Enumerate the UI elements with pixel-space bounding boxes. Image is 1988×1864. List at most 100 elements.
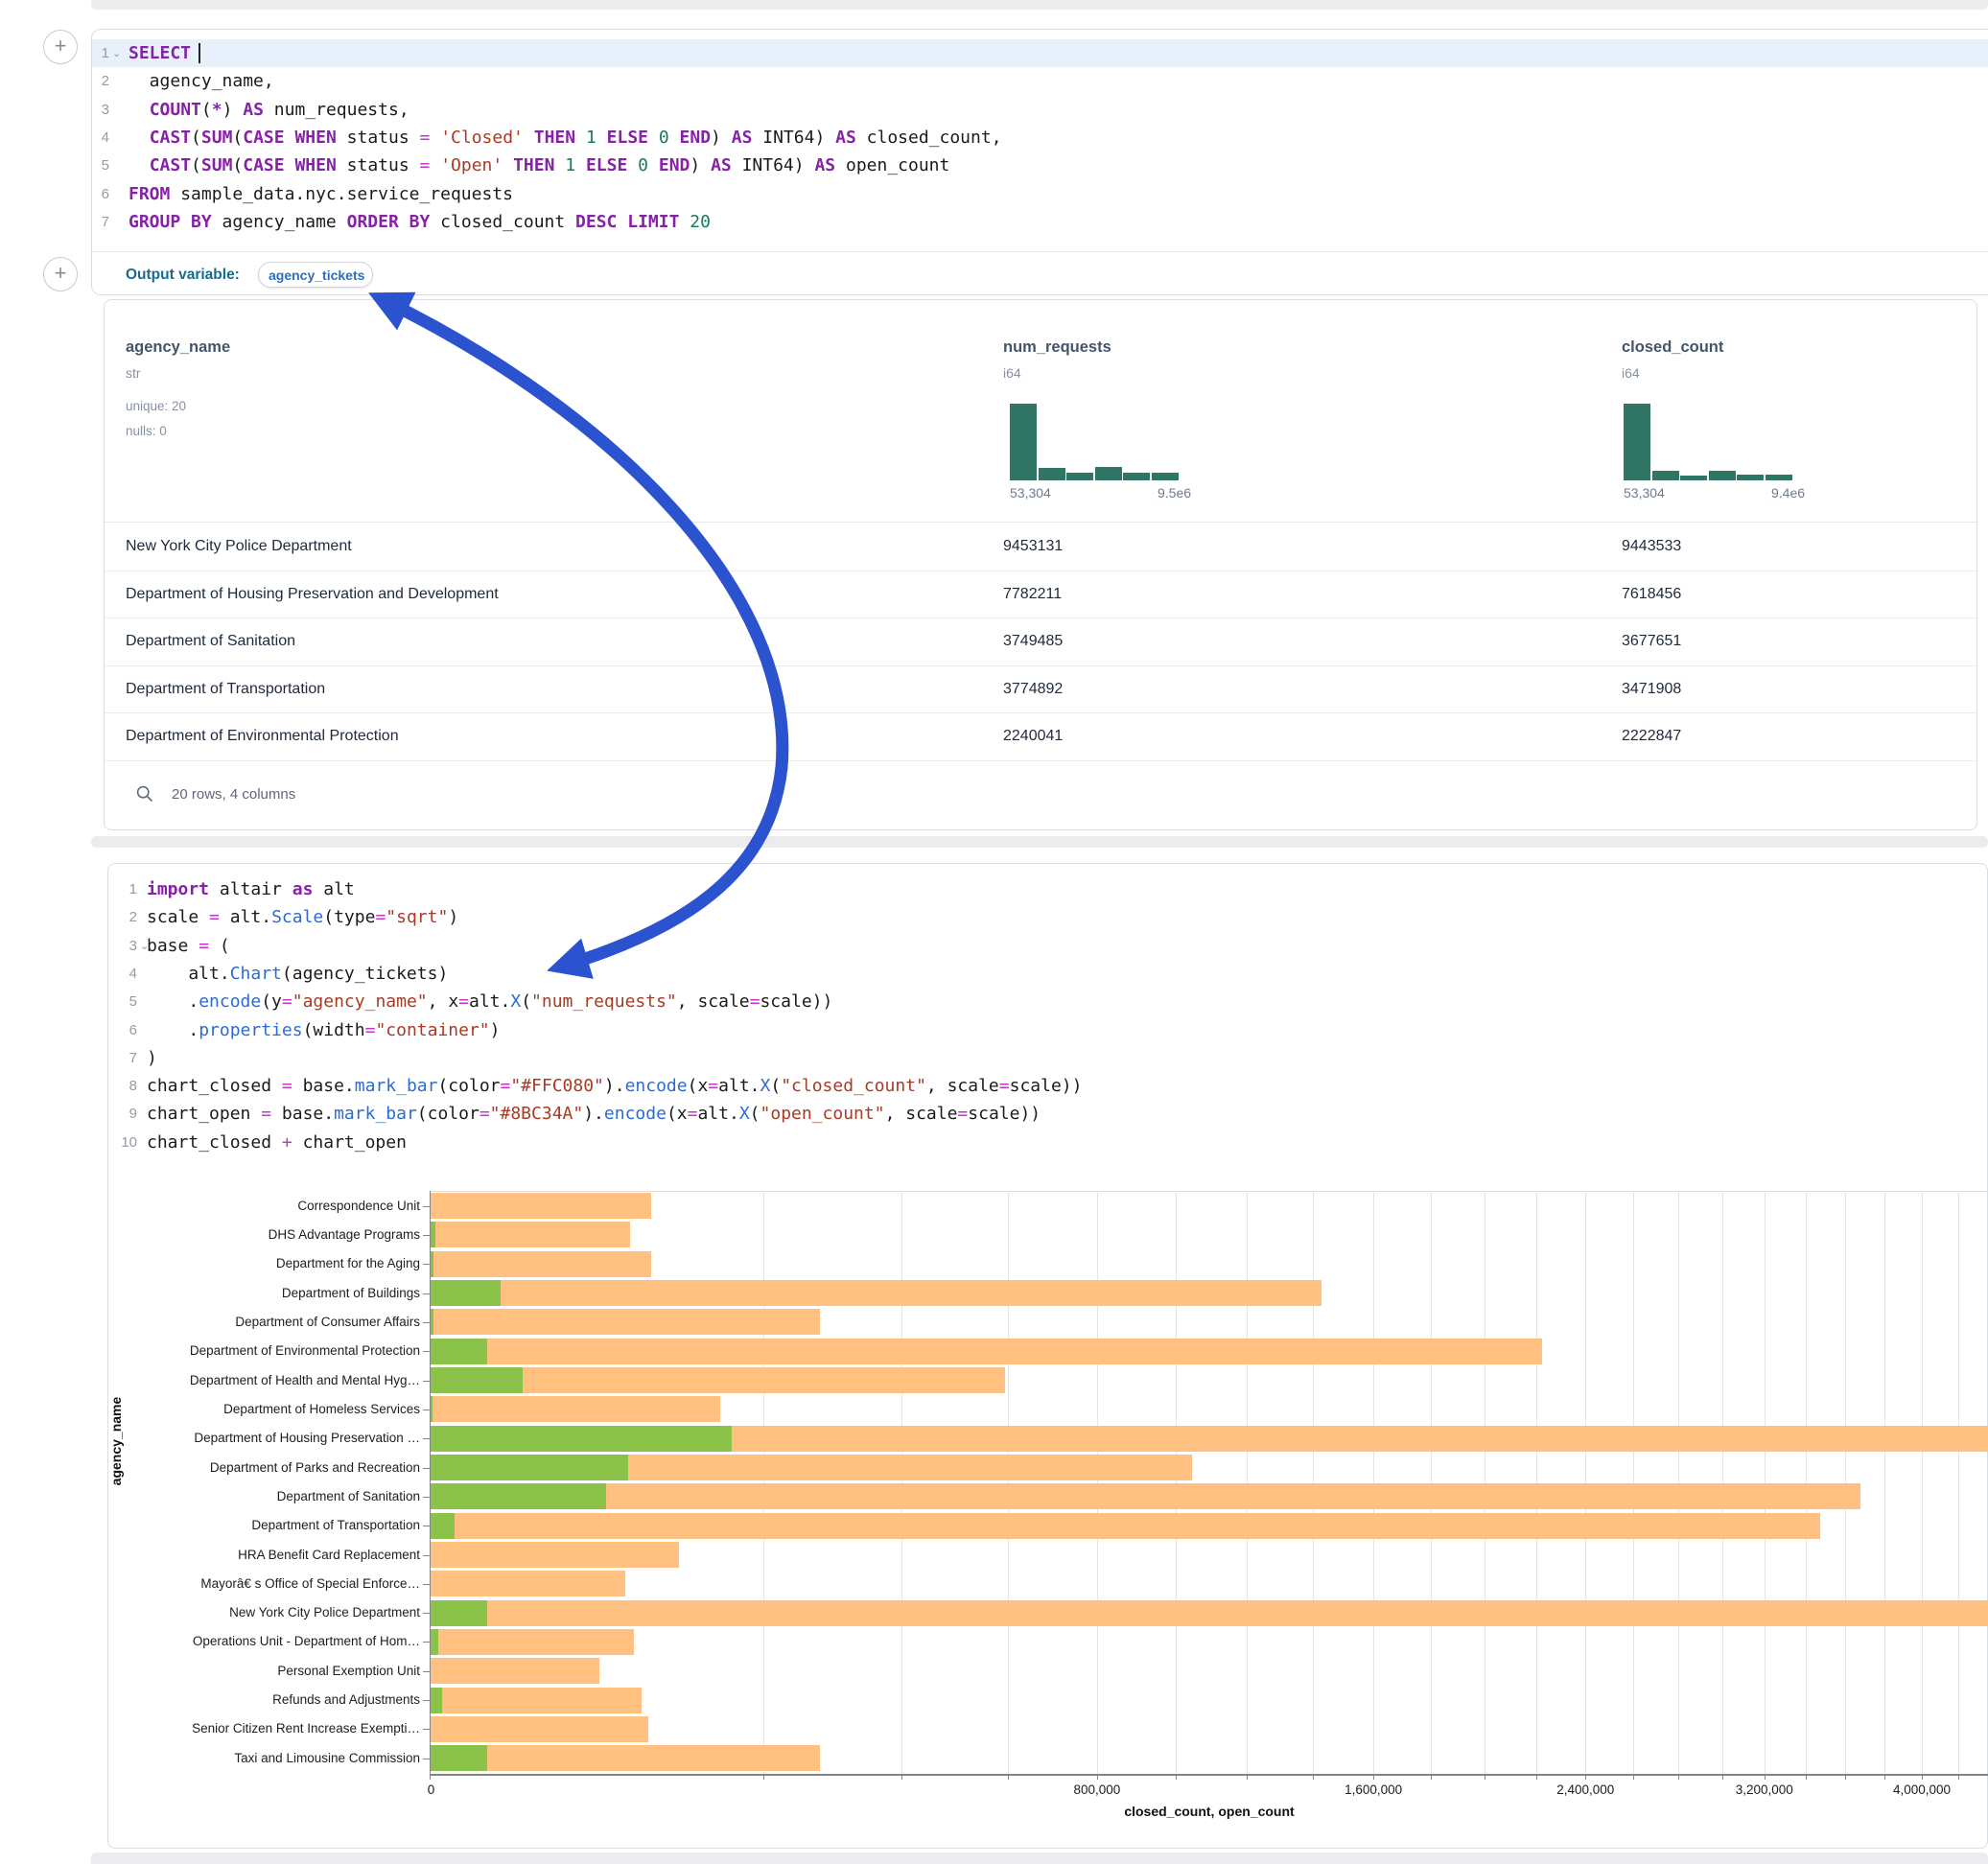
code-line[interactable]: 1import altair as alt xyxy=(108,875,1987,903)
column-type-closed-count: i64 xyxy=(1622,365,1640,381)
code-token xyxy=(430,155,440,175)
code-token: CASE xyxy=(243,155,284,175)
code-text: CAST(SUM(CASE WHEN status = 'Closed' THE… xyxy=(129,124,1002,151)
code-token: ( xyxy=(232,128,243,148)
code-token: (type xyxy=(323,907,375,927)
code-token xyxy=(596,128,607,148)
code-token: ) xyxy=(690,155,711,175)
plot-top-border xyxy=(430,1191,1988,1192)
cell-divider xyxy=(92,251,1988,252)
code-text: CAST(SUM(CASE WHEN status = 'Open' THEN … xyxy=(129,151,949,179)
code-token: "open_count" xyxy=(760,1104,885,1124)
code-token: ELSE xyxy=(607,128,648,148)
code-token: . xyxy=(147,991,199,1012)
y-tick xyxy=(423,1700,430,1701)
code-text: base = ( xyxy=(147,932,230,960)
y-axis-label: Department for the Aging xyxy=(108,1256,420,1270)
code-token: 'Closed' xyxy=(440,128,524,148)
column-header-num-requests[interactable]: num_requests xyxy=(1003,338,1111,357)
code-token: = xyxy=(375,907,386,927)
add-cell-button-output[interactable]: + xyxy=(43,257,78,291)
code-line[interactable]: 6 .properties(width="container") xyxy=(108,1016,1987,1044)
code-token: base xyxy=(147,936,199,956)
code-token: ELSE xyxy=(586,155,627,175)
hist-bar xyxy=(1010,404,1037,480)
code-token: alt. xyxy=(469,991,510,1012)
code-line[interactable]: 5 CAST(SUM(CASE WHEN status = 'Open' THE… xyxy=(92,151,1988,179)
code-token: 0 xyxy=(659,128,669,148)
add-cell-button-top[interactable]: + xyxy=(43,30,78,64)
gridline xyxy=(1313,1191,1314,1774)
gridline xyxy=(1536,1191,1537,1774)
python-code-editor[interactable]: 1import altair as alt2scale = alt.Scale(… xyxy=(108,864,1987,1161)
table-row[interactable]: New York City Police Department945313194… xyxy=(105,523,1976,571)
table-row[interactable]: Department of Sanitation37494853677651 xyxy=(105,617,1976,666)
code-token: "closed_count" xyxy=(781,1076,926,1096)
row-column-count: 20 rows, 4 columns xyxy=(172,786,295,803)
code-line[interactable]: 9chart_open = base.mark_bar(color="#8BC3… xyxy=(108,1100,1987,1128)
code-line[interactable]: 3⌄base = ( xyxy=(108,932,1987,960)
bar-closed xyxy=(430,1280,1321,1306)
table-row[interactable]: Department of Transportation377489234719… xyxy=(105,665,1976,714)
line-number: 10 xyxy=(108,1129,137,1156)
code-line[interactable]: 7) xyxy=(108,1044,1987,1072)
column-header-closed-count[interactable]: closed_count xyxy=(1622,338,1723,357)
code-token: ( xyxy=(191,128,201,148)
bar-open xyxy=(430,1280,501,1306)
y-axis-label: HRA Benefit Card Replacement xyxy=(108,1548,420,1562)
code-line[interactable]: 1⌄SELECT xyxy=(92,39,1988,67)
hist-bar xyxy=(1123,473,1150,480)
code-line[interactable]: 2scale = alt.Scale(type="sqrt") xyxy=(108,903,1987,931)
bar-closed xyxy=(430,1571,625,1596)
code-token: CASE xyxy=(243,128,284,148)
output-variable-pill[interactable]: agency_tickets xyxy=(258,262,373,288)
code-token: mark_bar xyxy=(355,1076,438,1096)
gridline xyxy=(1678,1191,1679,1774)
code-token: sample_data.nyc.service_requests xyxy=(170,184,513,204)
code-line[interactable]: 8chart_closed = base.mark_bar(color="#FF… xyxy=(108,1072,1987,1100)
column-header-agency-name[interactable]: agency_name xyxy=(126,338,230,357)
code-token: AS xyxy=(711,155,732,175)
cell-agency-name: Department of Environmental Protection xyxy=(126,712,399,760)
code-token xyxy=(617,212,627,232)
code-line[interactable]: 4 CAST(SUM(CASE WHEN status = 'Closed' T… xyxy=(92,124,1988,151)
bar-open xyxy=(430,1688,442,1713)
collapsed-cell-strip-bottom xyxy=(91,1852,1988,1864)
code-token: INT64) xyxy=(752,128,835,148)
code-text: SELECT xyxy=(129,39,201,67)
sql-cell: 1⌄SELECT 2 agency_name,3 COUNT(*) AS num… xyxy=(91,29,1988,295)
search-icon[interactable] xyxy=(135,784,154,804)
code-token: ORDER xyxy=(347,212,399,232)
gridline xyxy=(1431,1191,1432,1774)
code-line[interactable]: 10chart_closed + chart_open xyxy=(108,1129,1987,1156)
code-token xyxy=(180,212,191,232)
code-token: AS xyxy=(835,128,856,148)
code-line[interactable]: 7GROUP BY agency_name ORDER BY closed_co… xyxy=(92,208,1988,236)
code-token: import xyxy=(147,879,209,899)
code-token: base. xyxy=(292,1076,355,1096)
code-token: AS xyxy=(814,155,835,175)
code-token: ) xyxy=(448,907,458,927)
x-tick xyxy=(1097,1774,1098,1780)
bar-closed xyxy=(430,1251,651,1277)
line-number: 5 xyxy=(81,151,109,179)
hist-bar xyxy=(1152,473,1179,480)
gridline xyxy=(1765,1191,1766,1774)
table-row[interactable]: Department of Housing Preservation and D… xyxy=(105,571,1976,619)
code-text: COUNT(*) AS num_requests, xyxy=(129,96,409,124)
code-token: BY xyxy=(409,212,431,232)
code-line[interactable]: 4 alt.Chart(agency_tickets) xyxy=(108,960,1987,988)
code-line[interactable]: 3 COUNT(*) AS num_requests, xyxy=(92,96,1988,124)
code-line[interactable]: 2 agency_name, xyxy=(92,67,1988,95)
gridline xyxy=(1722,1191,1723,1774)
sql-code-editor[interactable]: 1⌄SELECT 2 agency_name,3 COUNT(*) AS num… xyxy=(92,30,1988,252)
x-tick-label: 0 xyxy=(428,1782,435,1797)
code-line[interactable]: 5 .encode(y="agency_name", x=alt.X("num_… xyxy=(108,988,1987,1015)
x-tick xyxy=(430,1774,431,1780)
chevron-down-icon[interactable]: ⌄ xyxy=(112,40,121,68)
code-line[interactable]: 6FROM sample_data.nyc.service_requests xyxy=(92,180,1988,208)
code-token: status xyxy=(337,155,420,175)
y-tick xyxy=(423,1497,430,1498)
code-token: scale xyxy=(147,907,209,927)
table-row[interactable]: Department of Environmental Protection22… xyxy=(105,712,1976,761)
